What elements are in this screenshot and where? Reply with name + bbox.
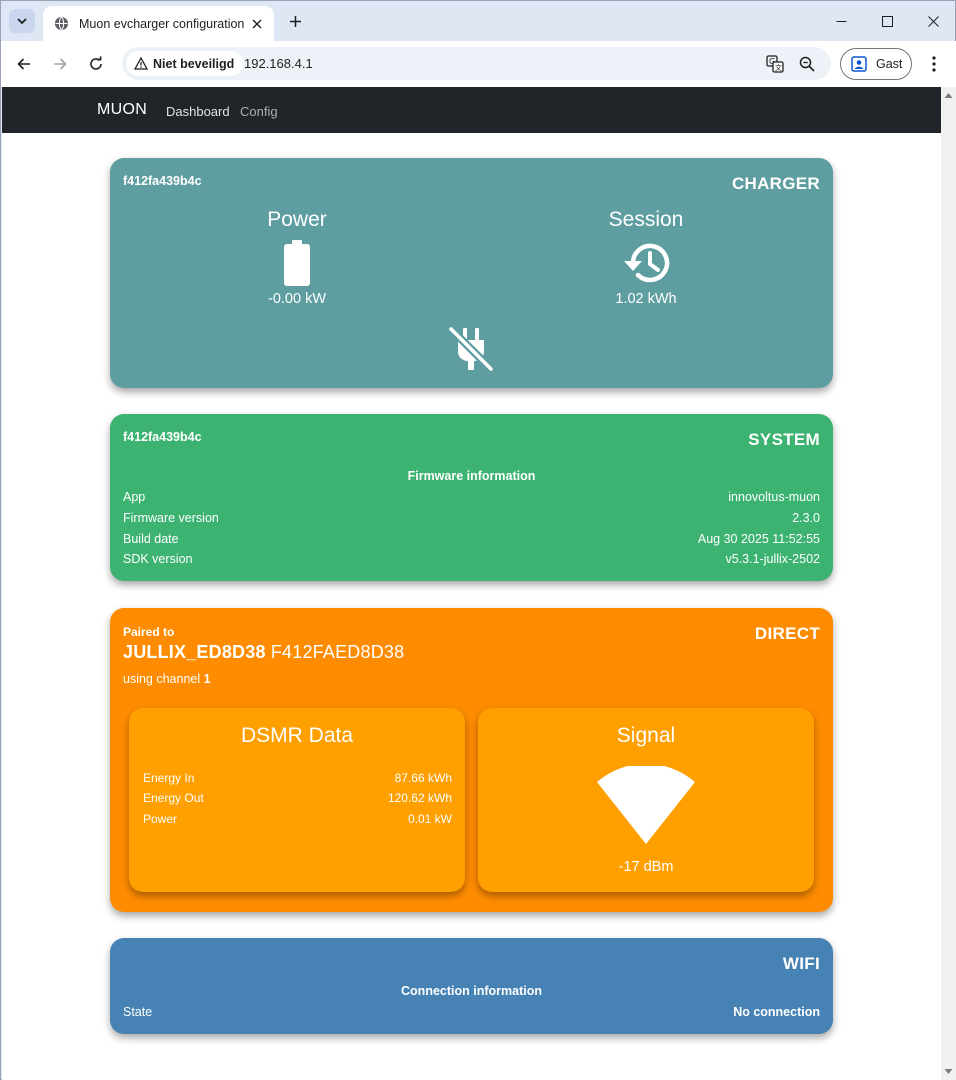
maximize-button[interactable]: [864, 7, 910, 35]
reload-icon: [90, 56, 102, 70]
page-viewport: MUON Dashboard Config f412fa439b4c CHARG…: [2, 87, 941, 1080]
chevron-down-icon: [17, 18, 27, 25]
warning-icon: [134, 57, 148, 70]
system-tag: SYSTEM: [748, 430, 820, 449]
browser-menu-button[interactable]: [922, 51, 946, 77]
plug-off-icon: [446, 324, 496, 374]
tab-bar: Muon evcharger configuration: [1, 1, 956, 41]
energy-in-label: Energy In: [143, 771, 195, 785]
security-label: Niet beveiligd: [153, 56, 235, 71]
system-id: f412fa439b4c: [123, 430, 202, 444]
direct-card: Paired to DIRECT JULLIX_ED8D38 F412FAED8…: [110, 608, 833, 912]
charger-id: f412fa439b4c: [123, 174, 202, 188]
profile-label: Gast: [876, 57, 903, 71]
browser-toolbar: Niet beveiligd 192.168.4.1 G文 Gast: [1, 41, 956, 87]
energy-out-label: Energy Out: [143, 791, 204, 805]
tab-close-button[interactable]: [248, 15, 266, 33]
minimize-icon: [836, 20, 846, 22]
browser-window: Muon evcharger configuration Niet beveil…: [0, 0, 956, 1080]
firmware-heading: Firmware information: [407, 469, 536, 483]
dsmr-power-value: 0.01 kW: [407, 812, 452, 826]
energy-in-value: 87.66 kWh: [394, 771, 452, 785]
channel-number: 1: [203, 672, 211, 686]
build-date-label: Build date: [123, 532, 179, 546]
system-card: f412fa439b4c SYSTEM Firmware information…: [110, 414, 833, 581]
paired-device-mac: F412FAED8D38: [270, 642, 405, 662]
signal-title: Signal: [616, 724, 676, 747]
arrow-left-icon: [17, 58, 30, 70]
nav-link-config[interactable]: Config: [240, 104, 278, 119]
direct-tag: DIRECT: [754, 624, 820, 643]
minimize-button[interactable]: [818, 7, 864, 35]
back-button[interactable]: [11, 51, 37, 77]
forward-button[interactable]: [47, 51, 73, 77]
sdk-version-value: v5.3.1-jullix-2502: [725, 552, 821, 566]
wifi-tag: WIFI: [782, 954, 820, 973]
paired-device: JULLIX_ED8D38 F412FAED8D38: [123, 642, 404, 663]
dsmr-card: DSMR Data Energy In 87.66 kWh Energy Out…: [129, 708, 465, 892]
app-label: App: [123, 490, 146, 504]
tab-title: Muon evcharger configuration: [79, 16, 245, 31]
energy-out-value: 120.62 kWh: [387, 791, 452, 805]
app-value: innovoltus-muon: [728, 490, 820, 504]
close-window-button[interactable]: [910, 7, 956, 35]
paired-device-name: JULLIX_ED8D38: [123, 642, 266, 662]
wifi-card: WIFI Connection information State No con…: [110, 938, 833, 1034]
build-date-value: Aug 30 2025 11:52:55: [697, 532, 820, 546]
svg-text:文: 文: [775, 63, 782, 72]
power-title: Power: [267, 208, 327, 231]
plus-icon: [289, 15, 301, 27]
nav-link-dashboard[interactable]: Dashboard: [166, 104, 230, 119]
session-value: 1.02 kWh: [615, 291, 677, 307]
signal-value: -17 dBm: [618, 859, 674, 875]
session-title: Session: [608, 208, 684, 231]
battery-icon: [283, 240, 311, 286]
close-icon: [927, 15, 939, 27]
brand-link[interactable]: MUON: [97, 101, 147, 119]
scroll-up-icon[interactable]: [944, 91, 953, 100]
more-vert-icon: [932, 56, 936, 72]
page-scrollbar[interactable]: [941, 87, 956, 1080]
address-bar[interactable]: Niet beveiligd 192.168.4.1 G文: [122, 47, 831, 80]
profile-button[interactable]: Gast: [840, 48, 912, 80]
security-chip[interactable]: Niet beveiligd: [126, 51, 244, 76]
wifi-signal-icon: [596, 763, 696, 846]
sdk-version-label: SDK version: [123, 552, 193, 566]
new-tab-button[interactable]: [284, 10, 306, 32]
close-icon: [252, 19, 262, 29]
arrow-right-icon: [54, 58, 67, 70]
channel-line: using channel 1: [123, 672, 211, 686]
firmware-version-label: Firmware version: [123, 511, 219, 525]
translate-icon[interactable]: G文: [765, 54, 785, 74]
maximize-icon: [881, 15, 893, 27]
scroll-down-icon[interactable]: [944, 1067, 953, 1076]
history-icon: [621, 240, 671, 286]
url-text[interactable]: 192.168.4.1: [244, 56, 313, 71]
dsmr-title: DSMR Data: [240, 724, 354, 747]
signal-card: Signal -17 dBm: [478, 708, 814, 892]
channel-prefix: using channel: [123, 672, 201, 686]
zoom-icon[interactable]: [797, 54, 817, 74]
paired-label: Paired to: [123, 625, 175, 639]
dsmr-power-label: Power: [143, 812, 178, 826]
reload-button[interactable]: [83, 51, 109, 77]
charger-tag: CHARGER: [731, 174, 820, 193]
power-value: -0.00 kW: [267, 291, 326, 307]
charger-card: f412fa439b4c CHARGER Power -0.00 kW Sess…: [110, 158, 833, 388]
site-navbar: MUON Dashboard Config: [2, 87, 941, 133]
tab-search-button[interactable]: [9, 9, 35, 33]
connection-heading: Connection information: [401, 984, 542, 998]
profile-icon: [851, 56, 867, 72]
state-label: State: [123, 1005, 153, 1019]
state-value: No connection: [733, 1005, 820, 1019]
firmware-version-value: 2.3.0: [792, 511, 820, 525]
globe-icon: [53, 16, 69, 32]
active-tab[interactable]: Muon evcharger configuration: [43, 6, 274, 41]
